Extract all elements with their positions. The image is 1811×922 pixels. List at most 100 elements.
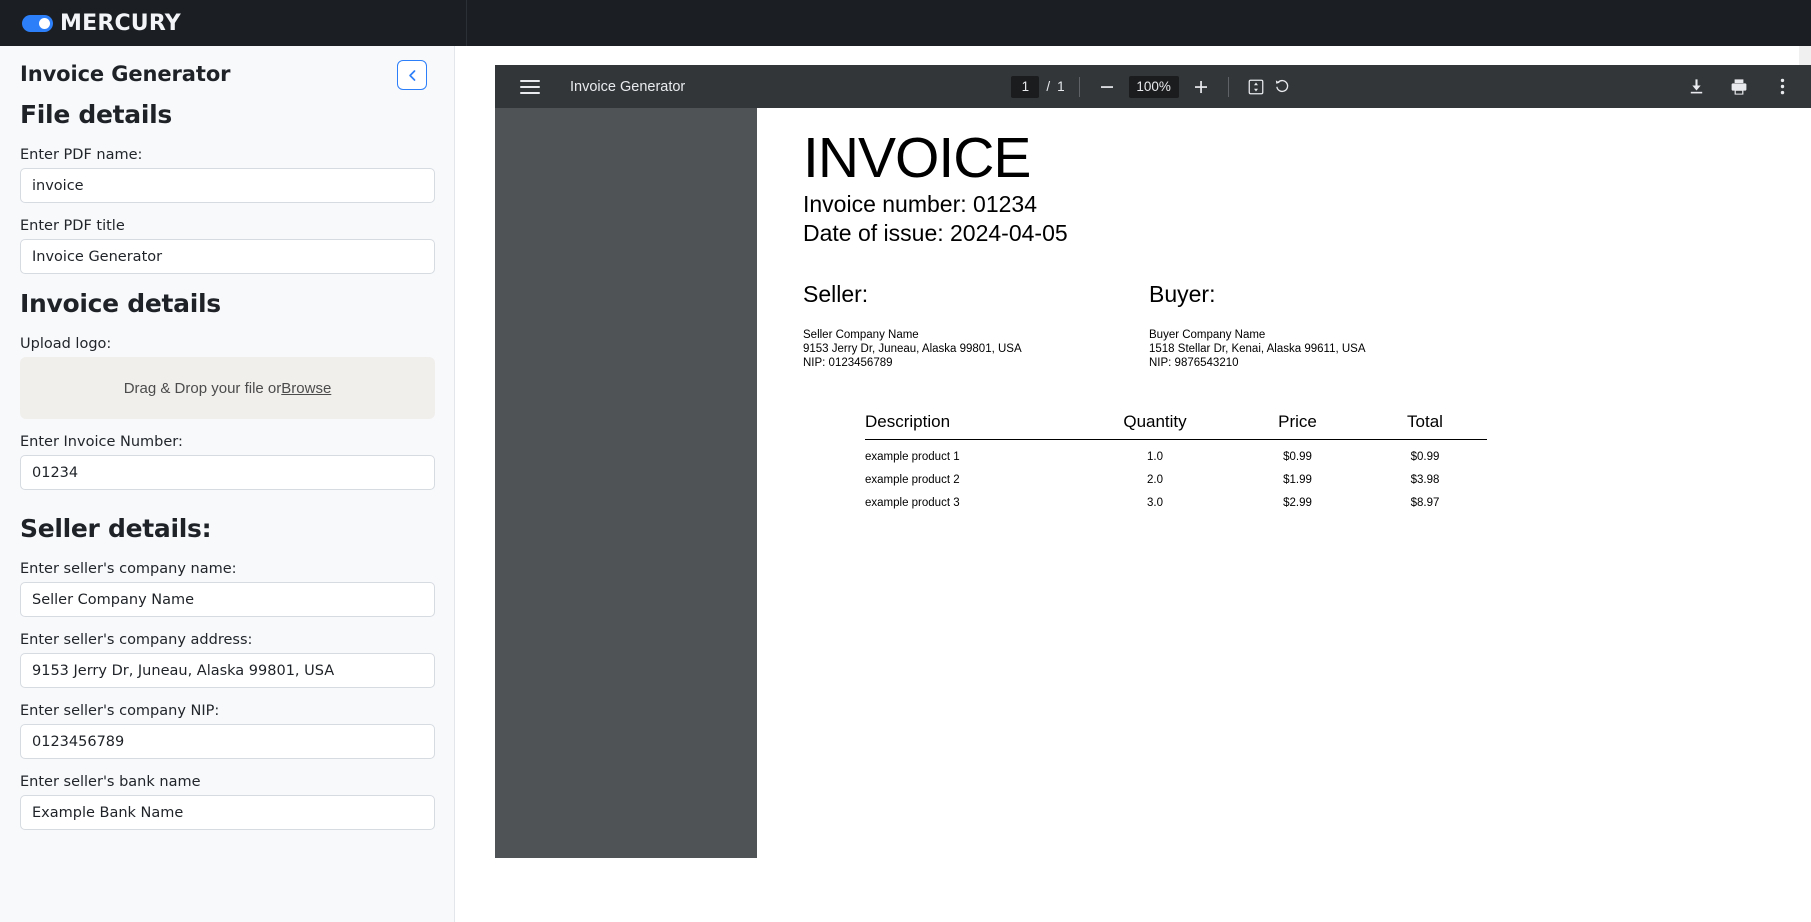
column-header-total: Total [1407,412,1443,431]
parties-section: Seller: Seller Company Name 9153 Jerry D… [803,280,1495,370]
seller-company-address-input[interactable] [20,653,435,688]
field-pdf-name: Enter PDF name: [20,147,435,203]
topbar-divider [466,0,467,46]
cell-description: example product 1 [865,451,960,463]
buyer-block: Buyer: Buyer Company Name 1518 Stellar D… [1149,280,1495,370]
pdf-name-label: Enter PDF name: [20,147,143,163]
invoice-date-line: Date of issue: 2024-04-05 [803,220,1068,246]
buyer-address: 1518 Stellar Dr, Kenai, Alaska 99611, US… [1149,343,1366,355]
section-heading-invoice-details: Invoice details [20,289,221,318]
buyer-details: Buyer Company Name 1518 Stellar Dr, Kena… [1149,328,1495,370]
buyer-heading: Buyer: [1149,281,1216,307]
pdf-viewer: Invoice Generator 1 / 1 100% INVOICE Inv… [495,65,1811,922]
mercury-toggle-icon [22,14,53,32]
cell-quantity: 3.0 [1147,497,1163,509]
zoom-level-input[interactable]: 100% [1128,75,1179,98]
chevron-left-icon [408,69,415,81]
buyer-company: Buyer Company Name [1149,329,1266,341]
download-button[interactable] [1683,74,1709,100]
seller-details: Seller Company Name 9153 Jerry Dr, Junea… [803,328,1149,370]
cell-price: $2.99 [1283,497,1312,509]
print-icon [1731,78,1747,95]
minus-icon [1100,85,1113,88]
print-button[interactable] [1726,74,1752,100]
section-heading-file-details: File details [20,100,172,129]
rotate-icon [1275,79,1288,92]
more-vertical-icon [1780,78,1784,95]
brand-name: MERCURY [60,10,181,36]
top-navigation-bar: MERCURY [0,0,1811,46]
seller-company: Seller Company Name [803,329,919,341]
field-seller-company-address: Enter seller's company address: [20,632,435,688]
brand-logo[interactable]: MERCURY [22,11,181,36]
seller-bank-name-input[interactable] [20,795,435,830]
section-heading-seller-details: Seller details: [20,514,212,543]
buyer-nip: NIP: 9876543210 [1149,357,1239,369]
field-upload-logo: Upload logo: Drag & Drop your file or Br… [20,336,435,419]
fit-to-page-icon [1248,79,1264,94]
seller-heading: Seller: [803,281,869,307]
page-title: Invoice Generator [20,62,231,86]
pdf-document-title: Invoice Generator [570,78,686,95]
field-invoice-number: Enter Invoice Number: [20,434,435,490]
cell-total: $0.99 [1410,451,1440,463]
invoice-title: INVOICE [803,126,1031,190]
invoice-number-label: Enter Invoice Number: [20,434,183,450]
invoice-number-input[interactable] [20,455,435,490]
cell-total: $3.98 [1410,474,1440,486]
zoom-out-button[interactable] [1094,74,1120,100]
page-separator: / [1046,79,1051,94]
hamburger-menu-icon[interactable] [520,76,540,98]
seller-company-name-label: Enter seller's company name: [20,561,237,577]
pdf-title-input[interactable] [20,239,435,274]
seller-company-address-label: Enter seller's company address: [20,632,253,648]
invoice-number-line: Invoice number: 01234 [803,191,1037,217]
pdf-name-input[interactable] [20,168,435,203]
cell-price: $0.99 [1283,451,1312,463]
fit-to-page-button[interactable] [1243,74,1269,100]
table-row: example product 1 1.0 $0.99 $0.99 [865,440,1487,463]
plus-icon [1194,80,1207,93]
cell-total: $8.97 [1410,497,1440,509]
download-icon [1690,79,1702,94]
logo-dropzone[interactable]: Drag & Drop your file or Browse [20,357,435,419]
field-pdf-title: Enter PDF title [20,218,435,274]
pdf-toolbar-center-controls: 1 / 1 100% [495,65,1811,108]
table-row: example product 2 2.0 $1.99 $3.98 [865,463,1487,486]
column-header-quantity: Quantity [1123,412,1187,431]
field-seller-company-name: Enter seller's company name: [20,561,435,617]
toolbar-divider [1078,76,1080,97]
cell-quantity: 2.0 [1147,474,1163,486]
seller-address: 9153 Jerry Dr, Juneau, Alaska 99801, USA [803,343,1022,355]
sidebar-content: Invoice Generator File details Enter PDF… [0,46,454,865]
dropzone-text: Drag & Drop your file or [123,379,282,397]
pdf-toolbar: Invoice Generator 1 / 1 100% [495,65,1811,108]
browse-link[interactable]: Browse [281,380,331,397]
rotate-button[interactable] [1269,74,1295,100]
pdf-title-label: Enter PDF title [20,218,125,234]
page-number-input[interactable]: 1 [1011,75,1040,98]
seller-company-nip-label: Enter seller's company NIP: [20,703,220,719]
cell-description: example product 2 [865,474,960,486]
invoice-document: INVOICE Invoice number: 01234 Date of is… [757,108,1547,858]
sidebar-header: Invoice Generator [20,60,435,90]
column-header-price: Price [1278,412,1317,431]
pdf-page: INVOICE Invoice number: 01234 Date of is… [757,108,1547,858]
seller-block: Seller: Seller Company Name 9153 Jerry D… [803,280,1149,370]
field-seller-company-nip: Enter seller's company NIP: [20,703,435,759]
application-window: MERCURY Invoice Generator File details E… [0,0,1811,922]
pdf-stage: INVOICE Invoice number: 01234 Date of is… [495,108,1811,922]
items-table-header: Description Quantity Price Total [865,412,1487,440]
upload-logo-label: Upload logo: [20,336,112,352]
cell-description: example product 3 [865,497,960,509]
seller-company-name-input[interactable] [20,582,435,617]
page-count: 1 [1057,79,1065,94]
table-row: example product 3 3.0 $2.99 $8.97 [865,486,1487,509]
items-table: Description Quantity Price Total example… [803,412,1495,509]
zoom-in-button[interactable] [1188,74,1214,100]
pdf-toolbar-right-controls [1683,74,1795,100]
field-seller-bank-name: Enter seller's bank name [20,774,435,830]
seller-company-nip-input[interactable] [20,724,435,759]
sidebar-collapse-button[interactable] [397,60,427,90]
more-options-button[interactable] [1769,74,1795,100]
